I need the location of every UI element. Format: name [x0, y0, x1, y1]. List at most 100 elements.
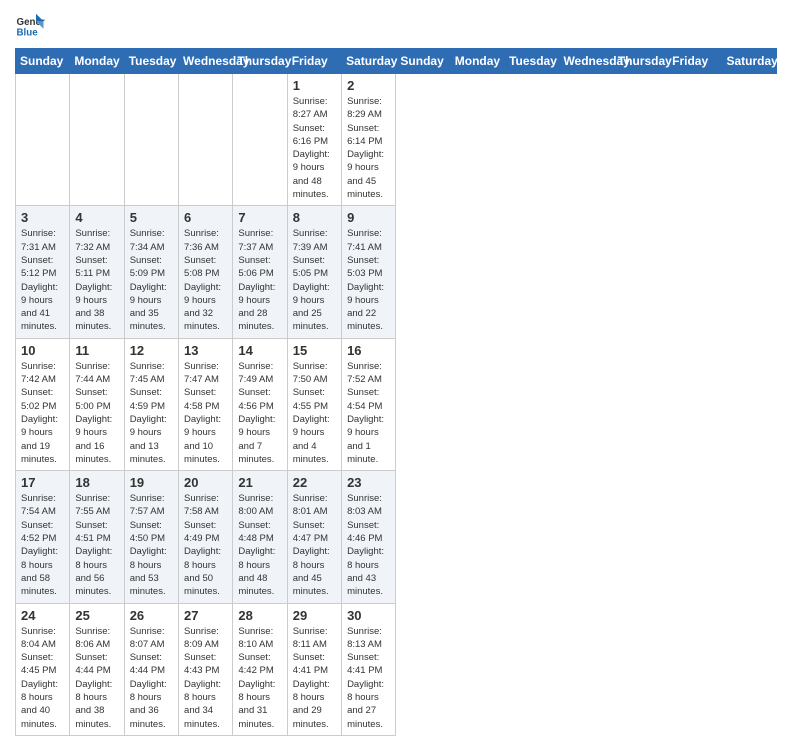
day-info: Sunrise: 8:10 AM Sunset: 4:42 PM Dayligh… [238, 625, 281, 731]
calendar-day-cell: 7 Sunrise: 7:37 AM Sunset: 5:06 PM Daylig… [233, 206, 287, 338]
calendar-day-cell: 27 Sunrise: 8:09 AM Sunset: 4:43 PM Dayli… [179, 603, 233, 735]
calendar-week-row: 10Sunrise: 7:42 AM Sunset: 5:02 PM Dayli… [16, 338, 777, 470]
calendar-day-cell: 23Sunrise: 8:03 AM Sunset: 4:46 PM Dayli… [342, 471, 396, 603]
calendar-day-cell: 16Sunrise: 7:52 AM Sunset: 4:54 PM Dayli… [342, 338, 396, 470]
calendar-day-cell: 26Sunrise: 8:07 AM Sunset: 4:44 PM Dayli… [124, 603, 178, 735]
calendar-day-cell: 5 Sunrise: 7:34 AM Sunset: 5:09 PM Daylig… [124, 206, 178, 338]
calendar-day-cell: 6Sunrise: 7:36 AM Sunset: 5:08 PM Daylig… [179, 206, 233, 338]
calendar-day-cell: 24 Sunrise: 8:04 AM Sunset: 4:45 PM Dayli… [16, 603, 70, 735]
day-number: 23 [347, 475, 390, 490]
day-info: Sunrise: 7:50 AM Sunset: 4:55 PM Dayligh… [293, 360, 336, 466]
day-of-week-header: Monday [450, 49, 504, 74]
calendar-day-cell [233, 74, 287, 206]
day-number: 19 [130, 475, 173, 490]
day-number: 22 [293, 475, 336, 490]
day-number: 11 [75, 343, 118, 358]
calendar-day-cell: 22 Sunrise: 8:01 AM Sunset: 4:47 PM Dayli… [287, 471, 341, 603]
day-info: Sunrise: 8:27 AM Sunset: 6:16 PM Dayligh… [293, 95, 336, 201]
calendar-week-row: 24 Sunrise: 8:04 AM Sunset: 4:45 PM Dayli… [16, 603, 777, 735]
day-number: 30 [347, 608, 390, 623]
day-info: Sunrise: 7:42 AM Sunset: 5:02 PM Dayligh… [21, 360, 64, 466]
calendar-day-cell: 17Sunrise: 7:54 AM Sunset: 4:52 PM Dayli… [16, 471, 70, 603]
day-number: 28 [238, 608, 281, 623]
calendar-week-row: 3 Sunrise: 7:31 AM Sunset: 5:12 PM Daylig… [16, 206, 777, 338]
day-info: Sunrise: 8:06 AM Sunset: 4:44 PM Dayligh… [75, 625, 118, 731]
day-info: Sunrise: 7:52 AM Sunset: 4:54 PM Dayligh… [347, 360, 390, 466]
day-info: Sunrise: 8:13 AM Sunset: 4:41 PM Dayligh… [347, 625, 390, 731]
day-number: 8 [293, 210, 336, 225]
day-number: 13 [184, 343, 227, 358]
day-of-week-header: Sunday [396, 49, 450, 74]
day-number: 14 [238, 343, 281, 358]
day-number: 15 [293, 343, 336, 358]
day-number: 18 [75, 475, 118, 490]
day-number: 20 [184, 475, 227, 490]
calendar-day-cell: 21 Sunrise: 8:00 AM Sunset: 4:48 PM Dayli… [233, 471, 287, 603]
calendar-day-cell: 19 Sunrise: 7:57 AM Sunset: 4:50 PM Dayli… [124, 471, 178, 603]
day-info: Sunrise: 8:11 AM Sunset: 4:41 PM Dayligh… [293, 625, 336, 731]
calendar-day-cell: 28 Sunrise: 8:10 AM Sunset: 4:42 PM Dayli… [233, 603, 287, 735]
calendar-day-cell: 8 Sunrise: 7:39 AM Sunset: 5:05 PM Daylig… [287, 206, 341, 338]
day-of-week-header: Sunday [16, 49, 70, 74]
day-info: Sunrise: 7:44 AM Sunset: 5:00 PM Dayligh… [75, 360, 118, 466]
day-number: 24 [21, 608, 64, 623]
day-info: Sunrise: 8:01 AM Sunset: 4:47 PM Dayligh… [293, 492, 336, 598]
day-of-week-header: Saturday [342, 49, 396, 74]
calendar-day-cell: 1Sunrise: 8:27 AM Sunset: 6:16 PM Daylig… [287, 74, 341, 206]
day-info: Sunrise: 8:04 AM Sunset: 4:45 PM Dayligh… [21, 625, 64, 731]
day-number: 17 [21, 475, 64, 490]
day-info: Sunrise: 7:45 AM Sunset: 4:59 PM Dayligh… [130, 360, 173, 466]
day-number: 5 [130, 210, 173, 225]
day-of-week-header: Wednesday [179, 49, 233, 74]
calendar-day-cell: 9 Sunrise: 7:41 AM Sunset: 5:03 PM Daylig… [342, 206, 396, 338]
calendar-day-cell: 4Sunrise: 7:32 AM Sunset: 5:11 PM Daylig… [70, 206, 124, 338]
day-number: 9 [347, 210, 390, 225]
day-number: 6 [184, 210, 227, 225]
calendar-table: SundayMondayTuesdayWednesdayThursdayFrid… [15, 48, 777, 736]
day-of-week-header: Tuesday [124, 49, 178, 74]
calendar-day-cell [16, 74, 70, 206]
calendar-week-row: 17Sunrise: 7:54 AM Sunset: 4:52 PM Dayli… [16, 471, 777, 603]
day-info: Sunrise: 7:41 AM Sunset: 5:03 PM Dayligh… [347, 227, 390, 333]
day-number: 29 [293, 608, 336, 623]
calendar-day-cell: 10Sunrise: 7:42 AM Sunset: 5:02 PM Dayli… [16, 338, 70, 470]
day-number: 21 [238, 475, 281, 490]
day-of-week-header: Friday [668, 49, 722, 74]
day-info: Sunrise: 7:49 AM Sunset: 4:56 PM Dayligh… [238, 360, 281, 466]
svg-text:Blue: Blue [17, 28, 39, 39]
day-info: Sunrise: 7:37 AM Sunset: 5:06 PM Dayligh… [238, 227, 281, 333]
day-info: Sunrise: 7:55 AM Sunset: 4:51 PM Dayligh… [75, 492, 118, 598]
calendar-day-cell: 3 Sunrise: 7:31 AM Sunset: 5:12 PM Daylig… [16, 206, 70, 338]
day-of-week-header: Monday [70, 49, 124, 74]
calendar-header-row: SundayMondayTuesdayWednesdayThursdayFrid… [16, 49, 777, 74]
day-number: 27 [184, 608, 227, 623]
logo-icon: General Blue [15, 10, 45, 40]
calendar-week-row: 1Sunrise: 8:27 AM Sunset: 6:16 PM Daylig… [16, 74, 777, 206]
day-info: Sunrise: 8:09 AM Sunset: 4:43 PM Dayligh… [184, 625, 227, 731]
calendar-day-cell: 15 Sunrise: 7:50 AM Sunset: 4:55 PM Dayli… [287, 338, 341, 470]
calendar-day-cell: 13 Sunrise: 7:47 AM Sunset: 4:58 PM Dayli… [179, 338, 233, 470]
day-info: Sunrise: 7:34 AM Sunset: 5:09 PM Dayligh… [130, 227, 173, 333]
calendar-day-cell: 14 Sunrise: 7:49 AM Sunset: 4:56 PM Dayli… [233, 338, 287, 470]
day-info: Sunrise: 7:57 AM Sunset: 4:50 PM Dayligh… [130, 492, 173, 598]
calendar-day-cell: 29 Sunrise: 8:11 AM Sunset: 4:41 PM Dayli… [287, 603, 341, 735]
day-number: 7 [238, 210, 281, 225]
day-number: 4 [75, 210, 118, 225]
calendar-day-cell: 2Sunrise: 8:29 AM Sunset: 6:14 PM Daylig… [342, 74, 396, 206]
day-number: 3 [21, 210, 64, 225]
calendar-day-cell [124, 74, 178, 206]
day-number: 2 [347, 78, 390, 93]
day-info: Sunrise: 7:39 AM Sunset: 5:05 PM Dayligh… [293, 227, 336, 333]
day-of-week-header: Thursday [613, 49, 667, 74]
day-info: Sunrise: 8:00 AM Sunset: 4:48 PM Dayligh… [238, 492, 281, 598]
day-of-week-header: Wednesday [559, 49, 613, 74]
logo: General Blue [15, 10, 45, 40]
day-number: 26 [130, 608, 173, 623]
day-of-week-header: Friday [287, 49, 341, 74]
day-info: Sunrise: 7:58 AM Sunset: 4:49 PM Dayligh… [184, 492, 227, 598]
day-info: Sunrise: 7:31 AM Sunset: 5:12 PM Dayligh… [21, 227, 64, 333]
day-of-week-header: Tuesday [505, 49, 559, 74]
day-info: Sunrise: 7:47 AM Sunset: 4:58 PM Dayligh… [184, 360, 227, 466]
calendar-day-cell: 25Sunrise: 8:06 AM Sunset: 4:44 PM Dayli… [70, 603, 124, 735]
calendar-day-cell: 20 Sunrise: 7:58 AM Sunset: 4:49 PM Dayli… [179, 471, 233, 603]
